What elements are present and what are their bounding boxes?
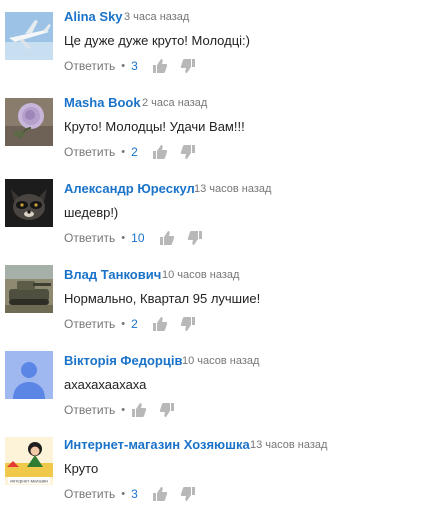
airplane-icon xyxy=(5,12,53,60)
like-count: 3 xyxy=(131,487,138,501)
author-avatar[interactable]: интернет-магазин xyxy=(5,437,53,485)
author-avatar[interactable] xyxy=(5,98,53,146)
reply-button[interactable]: Ответить xyxy=(64,403,115,417)
raccoon-icon xyxy=(5,179,53,227)
comment-author[interactable]: Александр Юрескул xyxy=(64,181,195,196)
thumbs-up-icon[interactable] xyxy=(152,58,168,74)
reply-button[interactable]: Ответить xyxy=(64,487,115,501)
rose-icon xyxy=(5,98,53,146)
comment-item: Masha Book 2 часа назад Круто! Молодцы! … xyxy=(0,95,438,175)
comment-item: Влад Танкович 10 часов назад Нормально, … xyxy=(0,265,438,347)
like-count: 2 xyxy=(131,317,138,331)
like-count: 10 xyxy=(131,231,145,245)
reply-button[interactable]: Ответить xyxy=(64,145,115,159)
thumbs-down-icon[interactable] xyxy=(180,58,196,74)
thumbs-up-icon[interactable] xyxy=(131,402,147,418)
separator-dot: • xyxy=(121,60,126,72)
author-avatar[interactable] xyxy=(5,12,53,60)
thumbs-up-icon[interactable] xyxy=(152,486,168,502)
thumbs-down-icon[interactable] xyxy=(187,230,203,246)
comment-author[interactable]: Masha Book xyxy=(64,95,141,110)
comment-text: ахахахаахаха xyxy=(64,377,147,392)
comment-text: шедевр!) xyxy=(64,205,119,220)
tank-icon xyxy=(5,265,53,313)
default-user-icon xyxy=(5,351,53,399)
reply-button[interactable]: Ответить xyxy=(64,231,115,245)
comment-actions: Ответить • 3 xyxy=(64,485,196,503)
separator-dot: • xyxy=(121,232,126,244)
comment-item: Александр Юрескул 13 часов назад шедевр!… xyxy=(0,179,438,261)
reply-button[interactable]: Ответить xyxy=(64,317,115,331)
shop-logo-icon: интернет-магазин xyxy=(5,437,53,485)
comment-item: интернет-магазин Интернет-магазин Хозяюш… xyxy=(0,437,438,517)
comment-time[interactable]: 10 часов назад xyxy=(162,269,239,281)
comment-text: Круто xyxy=(64,461,99,476)
comment-item: Вікторія Федорців 10 часов назад ахахаха… xyxy=(0,351,438,433)
comment-item: Alina Sky 3 часа назад Це дуже дуже крут… xyxy=(0,9,438,89)
thumbs-up-icon[interactable] xyxy=(159,230,175,246)
author-avatar[interactable] xyxy=(5,179,53,227)
comment-text: Круто! Молодцы! Удачи Вам!!! xyxy=(64,119,245,134)
comment-author[interactable]: Влад Танкович xyxy=(64,267,161,282)
author-avatar[interactable] xyxy=(5,265,53,313)
thumbs-up-icon[interactable] xyxy=(152,144,168,160)
thumbs-down-icon[interactable] xyxy=(180,316,196,332)
comment-time[interactable]: 10 часов назад xyxy=(182,355,259,367)
comment-actions: Ответить • 2 xyxy=(64,143,196,161)
comment-author[interactable]: Интернет-магазин Хозяюшка xyxy=(64,437,250,452)
comment-time[interactable]: 13 часов назад xyxy=(194,183,271,195)
thumbs-up-icon[interactable] xyxy=(152,316,168,332)
comment-actions: Ответить • 10 xyxy=(64,229,203,247)
comment-text: Нормально, Квартал 95 лучшие! xyxy=(64,291,261,306)
reply-button[interactable]: Ответить xyxy=(64,59,115,73)
separator-dot: • xyxy=(121,404,126,416)
thumbs-down-icon[interactable] xyxy=(180,144,196,160)
comment-time[interactable]: 2 часа назад xyxy=(142,97,207,109)
comment-time[interactable]: 13 часов назад xyxy=(250,439,327,451)
thumbs-down-icon[interactable] xyxy=(159,402,175,418)
separator-dot: • xyxy=(121,318,126,330)
thumbs-down-icon[interactable] xyxy=(180,486,196,502)
separator-dot: • xyxy=(121,146,126,158)
author-avatar[interactable] xyxy=(5,351,53,399)
like-count: 3 xyxy=(131,59,138,73)
like-count: 2 xyxy=(131,145,138,159)
svg-text:интернет-магазин: интернет-магазин xyxy=(10,479,48,484)
separator-dot: • xyxy=(121,488,126,500)
comment-time[interactable]: 3 часа назад xyxy=(124,11,189,23)
comment-actions: Ответить • 3 xyxy=(64,57,196,75)
comment-text: Це дуже дуже круто! Молодці:) xyxy=(64,33,250,48)
comment-actions: Ответить • 2 xyxy=(64,315,196,333)
comment-actions: Ответить • xyxy=(64,401,175,419)
comment-author[interactable]: Alina Sky xyxy=(64,9,123,24)
comment-author[interactable]: Вікторія Федорців xyxy=(64,353,182,368)
